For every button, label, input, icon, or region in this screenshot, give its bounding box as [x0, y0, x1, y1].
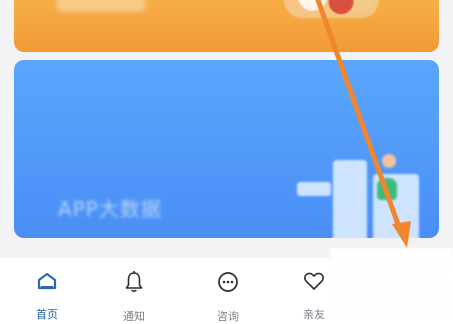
- banner-person-face: [382, 154, 396, 168]
- app-banner-card[interactable]: APP大数据: [14, 60, 439, 238]
- nav-item-notice[interactable]: 通知: [104, 270, 164, 324]
- home-icon: [17, 270, 77, 296]
- bell-icon: [104, 270, 164, 298]
- nav-item-consult[interactable]: 咨询: [198, 270, 258, 324]
- nav-label-home: 首页: [36, 308, 58, 321]
- banner-person-body: [377, 178, 397, 200]
- chat-bubble-icon: [198, 270, 258, 298]
- fade-overlay: [330, 248, 453, 324]
- app-banner-title: APP大数据: [58, 197, 162, 221]
- promo-title-blur: [56, 0, 146, 12]
- top-promo-card[interactable]: [14, 0, 439, 52]
- nav-item-home[interactable]: 首页: [17, 270, 77, 322]
- promo-illustration: [284, 0, 379, 18]
- nav-label-notice: 通知: [123, 310, 145, 323]
- nav-label-consult: 咨询: [217, 310, 239, 323]
- banner-illustration: [289, 158, 429, 238]
